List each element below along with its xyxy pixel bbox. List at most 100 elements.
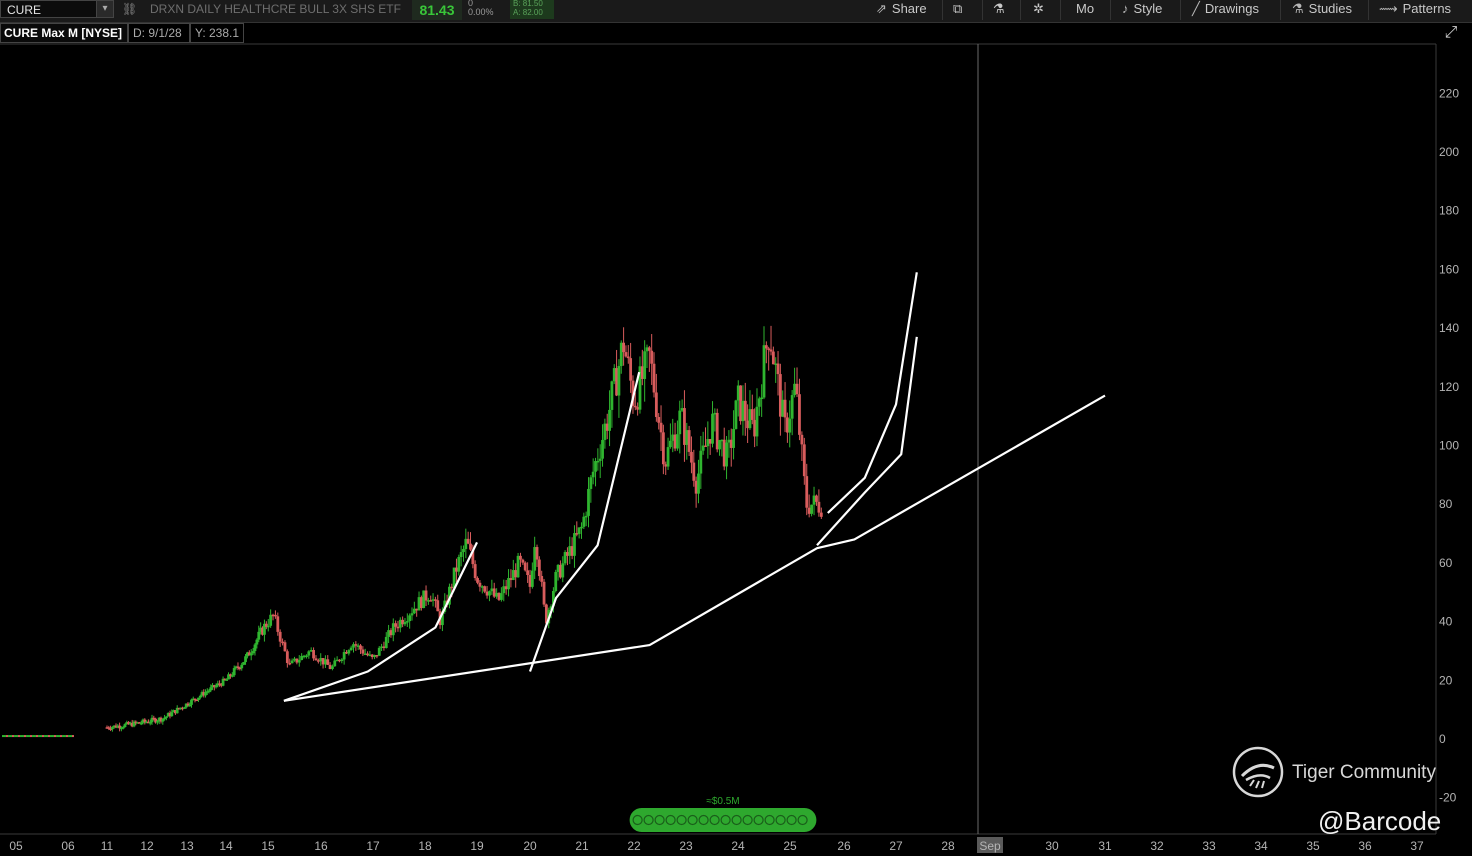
candle-body: [384, 636, 388, 649]
x-tick-label: 13: [180, 839, 194, 853]
symbol-text: CURE: [7, 3, 42, 17]
drawings-label: Drawings: [1204, 1, 1260, 16]
candle-body: [190, 699, 193, 705]
candle-body: [121, 727, 125, 729]
candle-body: [271, 614, 275, 617]
candle-body: [507, 578, 510, 590]
candle-body: [537, 559, 541, 577]
trendline[interactable]: [283, 541, 478, 702]
candle-body: [333, 660, 337, 667]
style-button[interactable]: ♪ Style: [1122, 0, 1162, 20]
candle-body: [790, 395, 794, 419]
x-tick-label: 35: [1306, 839, 1320, 853]
patterns-icon: ⟿: [1379, 1, 1398, 16]
candle-body: [764, 345, 768, 349]
candle-body: [466, 538, 470, 544]
candle-body: [504, 586, 508, 590]
candle-body: [718, 440, 721, 450]
candle-body: [669, 440, 672, 448]
pct-change-value: 0.00%: [468, 7, 494, 17]
chart-toolbar: CURE ▾ ⛓ DRXN DAILY HEALTHCRE BULL 3X SH…: [0, 0, 1472, 23]
candle-body: [587, 488, 590, 516]
candle-body: [156, 721, 159, 723]
y-tick-label: 60: [1439, 556, 1453, 570]
period-button[interactable]: Mo: [1076, 0, 1094, 20]
studies-label: Studies: [1308, 1, 1353, 16]
candle-body: [293, 658, 296, 661]
candle-body: [249, 653, 253, 656]
candle-body: [573, 533, 576, 556]
drawings-button[interactable]: ╱ Drawings: [1192, 0, 1259, 20]
y-tick-label: 140: [1439, 321, 1459, 335]
candle-body: [290, 660, 294, 664]
gear-icon: ✲: [1033, 1, 1044, 16]
candle-body: [584, 515, 588, 518]
candle-body: [111, 727, 114, 730]
candle-body: [598, 458, 602, 461]
candle-body: [530, 570, 534, 587]
candle-body: [377, 647, 381, 656]
candle-body: [473, 564, 477, 579]
settings-button[interactable]: ✲: [1033, 0, 1044, 20]
toolbar-divider: [1020, 0, 1021, 20]
candle-body: [776, 363, 780, 375]
y-tick-label: 180: [1439, 204, 1459, 218]
studies-button[interactable]: ⚗ Studies: [1292, 0, 1352, 20]
net-change: 0 0.00%: [468, 0, 494, 17]
candle-body: [554, 571, 558, 591]
candle-body: [734, 400, 738, 429]
candle-body: [347, 650, 351, 654]
candle-body: [312, 650, 315, 659]
candle-body: [198, 695, 202, 698]
candle-body: [232, 668, 236, 676]
candle-body: [610, 381, 614, 410]
x-tick-label: 30: [1045, 839, 1059, 853]
snapshot-button[interactable]: ⧉: [953, 0, 962, 20]
candle-body: [183, 707, 186, 709]
candle-body: [285, 651, 289, 663]
lab-button[interactable]: ⚗: [993, 0, 1005, 20]
candle-body: [577, 527, 581, 534]
price-chart[interactable]: ≈$0.5M 220200180160140120100806040200-20…: [0, 0, 1472, 856]
expand-icon[interactable]: ⤢: [1440, 24, 1462, 44]
symbol-selector[interactable]: CURE ▾: [0, 0, 114, 18]
trendline[interactable]: [283, 394, 1106, 702]
candle-body: [771, 351, 775, 365]
candle-body: [242, 662, 246, 665]
patterns-button[interactable]: ⟿ Patterns: [1379, 0, 1451, 20]
volume-bar-block: [629, 808, 817, 832]
candle-body: [170, 712, 174, 717]
x-tick-label: 28: [941, 839, 955, 853]
candle-body: [601, 439, 604, 459]
trendline[interactable]: [827, 272, 918, 514]
candle-body: [582, 516, 586, 527]
share-button[interactable]: ⇗ Share: [876, 0, 927, 20]
x-tick-label: 26: [837, 839, 851, 853]
candle-body: [274, 614, 277, 617]
x-tick-label: 15: [261, 839, 275, 853]
y-tick-label: -20: [1439, 791, 1457, 805]
candle-body: [209, 687, 213, 691]
x-tick-label: 22: [627, 839, 641, 853]
link-icon[interactable]: ⛓: [122, 2, 137, 16]
candle-body: [269, 614, 273, 626]
candle-body: [783, 399, 787, 418]
candle-body: [165, 716, 168, 719]
candle-body: [314, 658, 318, 661]
candle-body: [257, 631, 261, 640]
candle-body: [812, 495, 816, 505]
watermark-brand: Tiger Community: [1292, 762, 1436, 783]
candle-body: [408, 615, 412, 622]
candle-body: [497, 592, 501, 600]
candle-body: [650, 350, 654, 364]
candle-body: [589, 477, 593, 489]
candle-body: [815, 495, 818, 502]
candle-body: [143, 719, 147, 722]
chevron-down-icon[interactable]: ▾: [96, 1, 113, 17]
candle-body: [244, 656, 247, 663]
chart-axes: 220200180160140120100806040200-2005 06 11 1…: [9, 86, 1459, 853]
candle-body: [349, 647, 353, 651]
candle-body: [617, 366, 621, 396]
candle-body: [732, 428, 735, 448]
candle-body: [819, 512, 823, 517]
